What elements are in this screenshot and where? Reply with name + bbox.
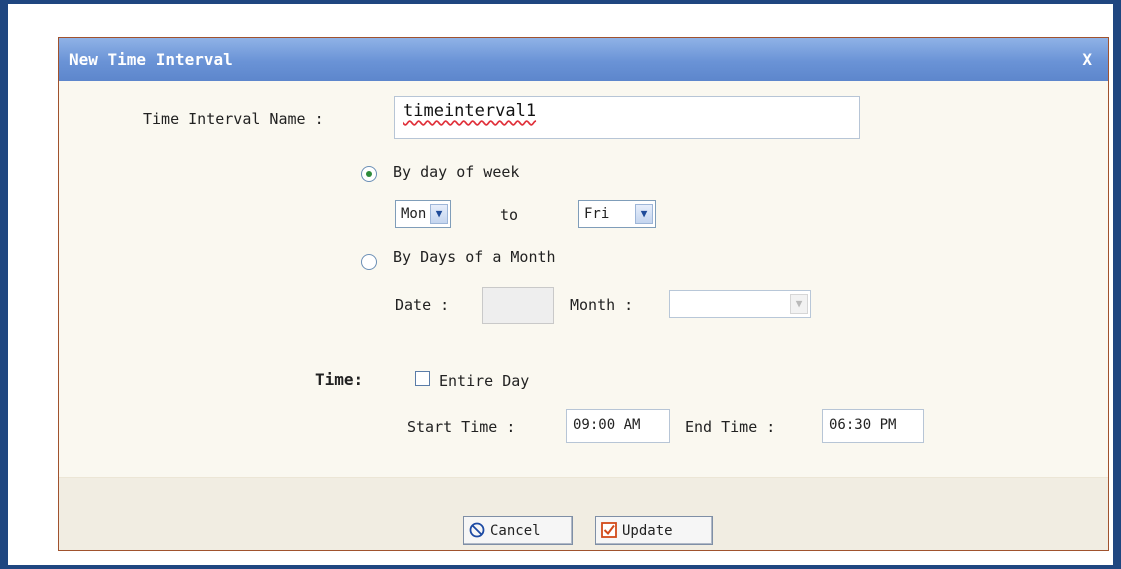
close-button[interactable]: X <box>1082 50 1092 69</box>
start-time-label: Start Time : <box>407 418 516 436</box>
start-time-value: 09:00 AM <box>573 417 641 433</box>
cancel-icon <box>469 522 485 538</box>
by-day-of-week-radio[interactable] <box>361 166 377 182</box>
dialog-title: New Time Interval <box>69 50 233 69</box>
time-interval-name-value: timeinterval1 <box>403 101 537 121</box>
day-to-select[interactable]: Fri ▼ <box>578 200 656 228</box>
radio-selected-dot <box>366 171 372 177</box>
chevron-down-icon: ▼ <box>635 204 653 224</box>
by-days-of-month-radio[interactable] <box>361 254 377 270</box>
chevron-down-icon: ▼ <box>790 294 808 314</box>
month-select[interactable]: ▼ <box>669 290 811 318</box>
by-day-of-week-label: By day of week <box>393 163 520 181</box>
by-days-of-month-label: By Days of a Month <box>393 248 556 266</box>
to-label: to <box>500 206 519 224</box>
day-from-value: Mon <box>401 206 427 222</box>
entire-day-label: Entire Day <box>439 372 530 390</box>
date-input[interactable] <box>482 287 554 324</box>
day-from-select[interactable]: Mon ▼ <box>395 200 451 228</box>
entire-day-checkbox[interactable] <box>415 371 430 386</box>
time-interval-name-input[interactable]: timeinterval1 <box>394 96 860 139</box>
chevron-down-icon: ▼ <box>430 204 448 224</box>
dialog-titlebar: New Time Interval X <box>59 38 1108 81</box>
month-label: Month : <box>570 296 634 314</box>
time-interval-name-label: Time Interval Name : <box>143 110 324 128</box>
update-label: Update <box>622 523 673 539</box>
dialog-footer: Cancel Update <box>59 477 1108 550</box>
time-section-label: Time: <box>315 370 364 389</box>
day-to-value: Fri <box>584 206 610 222</box>
end-time-label: End Time : <box>685 418 776 436</box>
cancel-button[interactable]: Cancel <box>463 516 573 545</box>
end-time-input[interactable]: 06:30 PM <box>822 409 924 443</box>
window-frame: New Time Interval X Time Interval Name :… <box>0 0 1121 569</box>
update-button[interactable]: Update <box>595 516 713 545</box>
new-time-interval-dialog: New Time Interval X Time Interval Name :… <box>58 37 1109 551</box>
checkbox-checked-icon <box>601 522 617 538</box>
cancel-label: Cancel <box>490 523 541 539</box>
end-time-value: 06:30 PM <box>829 417 897 433</box>
start-time-input[interactable]: 09:00 AM <box>566 409 670 443</box>
date-label: Date : <box>395 296 450 314</box>
